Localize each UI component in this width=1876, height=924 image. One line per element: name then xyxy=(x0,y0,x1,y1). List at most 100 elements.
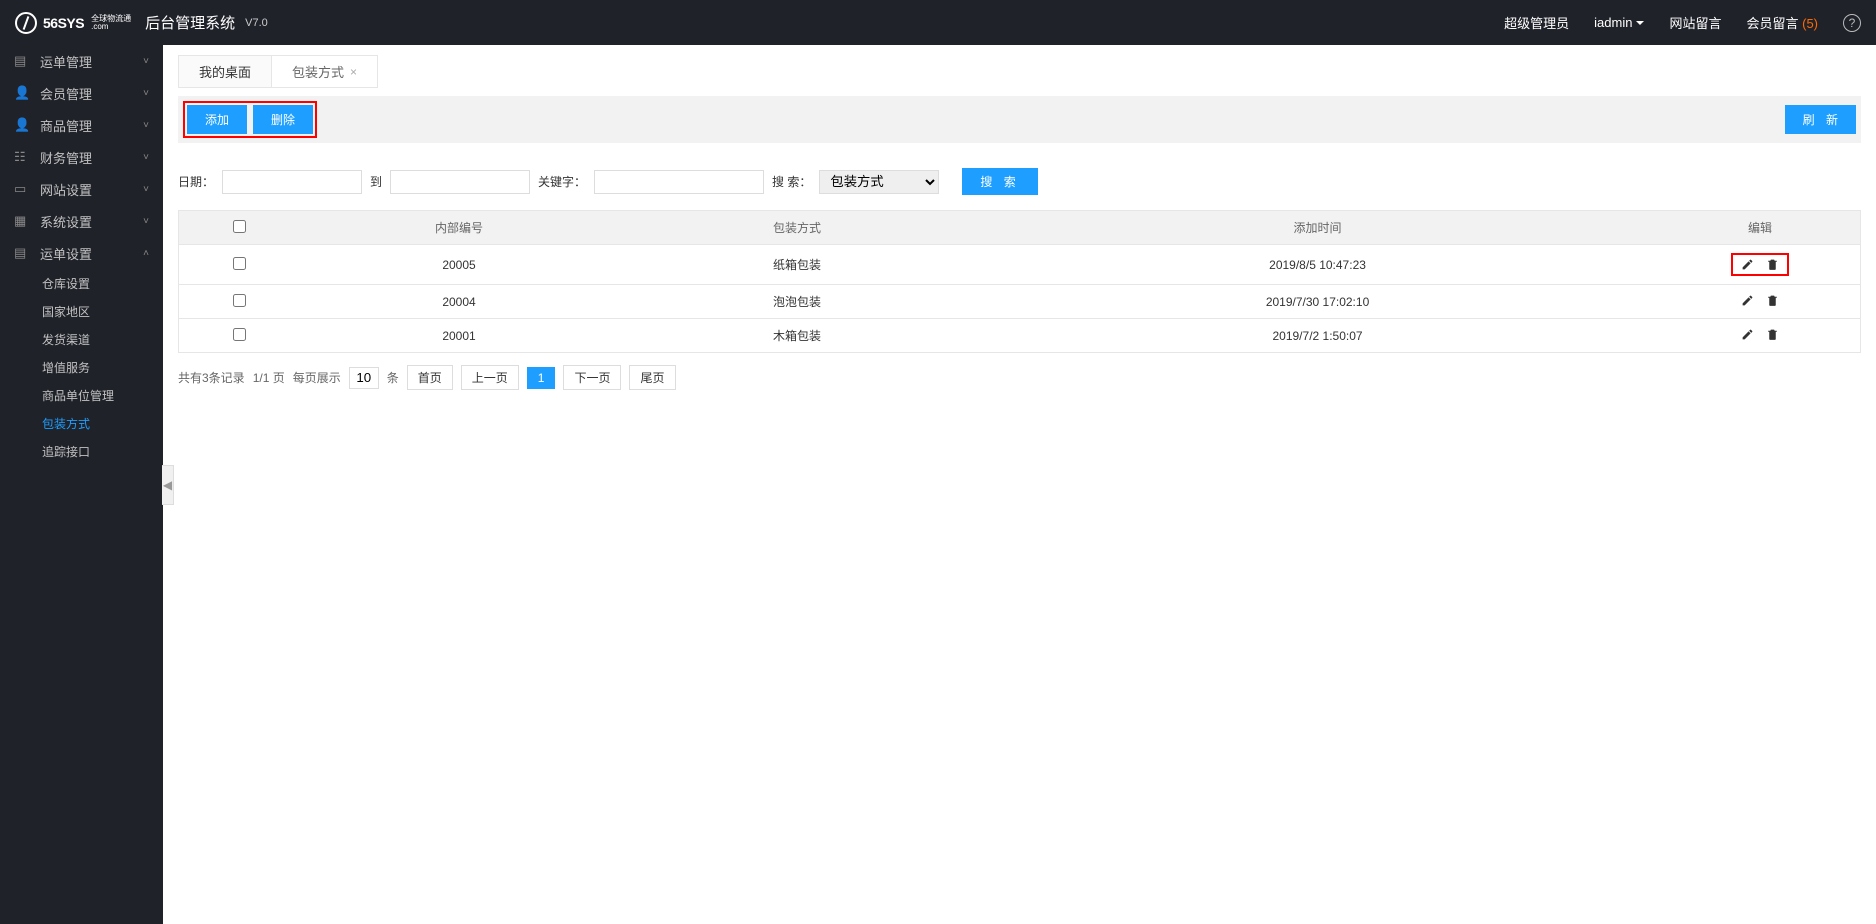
search-type-label: 搜 索： xyxy=(772,173,811,190)
col-code: 内部编号 xyxy=(299,211,619,245)
col-type: 包装方式 xyxy=(619,211,975,245)
sidebar-subitem[interactable]: 追踪接口 xyxy=(0,437,163,465)
sidebar-item[interactable]: ▤运单管理˅ xyxy=(0,45,163,77)
pager-unit: 条 xyxy=(387,369,399,386)
edit-icon[interactable] xyxy=(1741,258,1754,271)
sidebar-item-label: 商品管理 xyxy=(40,116,92,135)
chevron-down-icon: ˅ xyxy=(143,88,149,99)
edit-icon[interactable] xyxy=(1741,294,1754,307)
sidebar-item[interactable]: ▤运单设置˄ xyxy=(0,237,163,269)
row-actions xyxy=(1741,294,1779,307)
user-dropdown[interactable]: iadmin xyxy=(1594,15,1644,30)
date-from-input[interactable] xyxy=(222,170,362,194)
date-label: 日期： xyxy=(178,173,214,190)
sidebar-item[interactable]: ☷ 财务管理 ˅ xyxy=(0,141,163,173)
delete-icon[interactable] xyxy=(1766,258,1779,271)
tab-desktop[interactable]: 我的桌面 xyxy=(178,55,272,88)
logo: 56SYS 全球物流通 .com xyxy=(15,12,131,34)
menu-icon: ▦ xyxy=(14,213,30,229)
delete-icon[interactable] xyxy=(1766,294,1779,307)
sidebar-subitem[interactable]: 商品单位管理 xyxy=(0,381,163,409)
table-row: 20001木箱包装2019/7/2 1:50:07 xyxy=(179,319,1860,353)
logo-sub2: .com xyxy=(91,23,131,31)
member-message-link[interactable]: 会员留言 (5) xyxy=(1746,13,1818,32)
row-actions xyxy=(1731,253,1789,276)
cell-type: 泡泡包装 xyxy=(619,285,975,319)
row-checkbox[interactable] xyxy=(233,294,246,307)
delete-icon[interactable] xyxy=(1766,328,1779,341)
search-button[interactable]: 搜 索 xyxy=(962,168,1037,195)
sidebar-item[interactable]: ▭ 网站设置 ˅ xyxy=(0,173,163,205)
page-prev[interactable]: 上一页 xyxy=(461,365,519,390)
header-right: 超级管理员 iadmin 网站留言 会员留言 (5) ? xyxy=(1504,13,1861,32)
sidebar-item-label: 财务管理 xyxy=(40,148,92,167)
sidebar-subitem[interactable]: 仓库设置 xyxy=(0,269,163,297)
sidebar: ▤运单管理˅👤会员管理˅👤商品管理˅☷财务管理˅▭网站设置˅▦系统设置˅▤运单设… xyxy=(0,45,163,924)
highlight-add-delete: 添加 删除 xyxy=(183,101,317,138)
site-message-link[interactable]: 网站留言 xyxy=(1669,13,1721,32)
sidebar-collapse-handle[interactable]: ◀ xyxy=(162,465,174,505)
page-current[interactable]: 1 xyxy=(527,367,556,389)
help-icon[interactable]: ? xyxy=(1843,14,1861,32)
sidebar-item[interactable]: 👤商品管理˅ xyxy=(0,109,163,141)
cell-type: 木箱包装 xyxy=(619,319,975,353)
delete-button[interactable]: 删除 xyxy=(253,105,313,134)
chevron-up-icon: ˄ xyxy=(143,248,149,259)
col-edit: 编辑 xyxy=(1660,211,1860,245)
pager-summary: 共有3条记录 xyxy=(178,369,245,386)
close-icon[interactable]: × xyxy=(350,65,357,79)
pagination: 共有3条记录 1/1 页 每页展示 条 首页 上一页 1 下一页 尾页 xyxy=(163,353,1876,402)
main-content: ◀ 我的桌面 包装方式 × 添加 删除 刷 新 日期： 到 关键字： xyxy=(163,45,1876,924)
chevron-down-icon: ˅ xyxy=(143,152,149,163)
chevron-down-icon: ˅ xyxy=(143,216,149,227)
data-table: 内部编号 包装方式 添加时间 编辑 20005纸箱包装2019/8/5 10:4… xyxy=(178,210,1861,353)
cell-time: 2019/7/2 1:50:07 xyxy=(975,319,1660,353)
refresh-button[interactable]: 刷 新 xyxy=(1785,105,1856,134)
app-title: 后台管理系统 xyxy=(145,12,235,33)
menu-icon: 👤 xyxy=(14,117,30,133)
row-checkbox[interactable] xyxy=(233,328,246,341)
per-page-input[interactable] xyxy=(349,367,379,389)
edit-icon[interactable] xyxy=(1741,328,1754,341)
search-type-select[interactable]: 包装方式 xyxy=(819,170,939,194)
sidebar-subitem[interactable]: 包装方式 xyxy=(0,409,163,437)
table-row: 20005纸箱包装2019/8/5 10:47:23 xyxy=(179,245,1860,285)
cell-code: 20005 xyxy=(299,245,619,285)
sidebar-item-label: 会员管理 xyxy=(40,84,92,103)
keyword-input[interactable] xyxy=(594,170,764,194)
sidebar-subitem[interactable]: 增值服务 xyxy=(0,353,163,381)
cell-time: 2019/8/5 10:47:23 xyxy=(975,245,1660,285)
page-last[interactable]: 尾页 xyxy=(629,365,675,390)
cell-code: 20004 xyxy=(299,285,619,319)
cell-time: 2019/7/30 17:02:10 xyxy=(975,285,1660,319)
table-row: 20004泡泡包装2019/7/30 17:02:10 xyxy=(179,285,1860,319)
sidebar-item[interactable]: ▦系统设置˅ xyxy=(0,205,163,237)
pager-pages: 1/1 页 xyxy=(253,369,285,386)
keyword-label: 关键字： xyxy=(538,173,586,190)
menu-icon: ▭ xyxy=(14,181,30,197)
chevron-down-icon: ˅ xyxy=(143,184,149,195)
select-all-checkbox[interactable] xyxy=(233,220,246,233)
sidebar-subitem[interactable]: 国家地区 xyxy=(0,297,163,325)
col-time: 添加时间 xyxy=(975,211,1660,245)
date-to-input[interactable] xyxy=(390,170,530,194)
menu-icon: ☷ xyxy=(14,149,30,165)
row-checkbox[interactable] xyxy=(233,257,246,270)
sidebar-item[interactable]: 👤会员管理˅ xyxy=(0,77,163,109)
tab-packaging[interactable]: 包装方式 × xyxy=(272,55,378,88)
chevron-down-icon xyxy=(1636,21,1644,25)
cell-type: 纸箱包装 xyxy=(619,245,975,285)
sidebar-item-label: 运单管理 xyxy=(40,52,92,71)
version: V7.0 xyxy=(245,17,268,29)
table-header-row: 内部编号 包装方式 添加时间 编辑 xyxy=(179,211,1860,245)
page-first[interactable]: 首页 xyxy=(407,365,453,390)
pager-perpage-label: 每页展示 xyxy=(293,369,341,386)
sidebar-subitem[interactable]: 发货渠道 xyxy=(0,325,163,353)
sidebar-item-label: 网站设置 xyxy=(40,180,92,199)
page-next[interactable]: 下一页 xyxy=(563,365,621,390)
date-to-label: 到 xyxy=(370,173,382,190)
logo-text: 56SYS xyxy=(43,15,84,31)
add-button[interactable]: 添加 xyxy=(187,105,247,134)
role-label: 超级管理员 xyxy=(1504,13,1569,32)
member-message-label: 会员留言 xyxy=(1746,16,1798,31)
